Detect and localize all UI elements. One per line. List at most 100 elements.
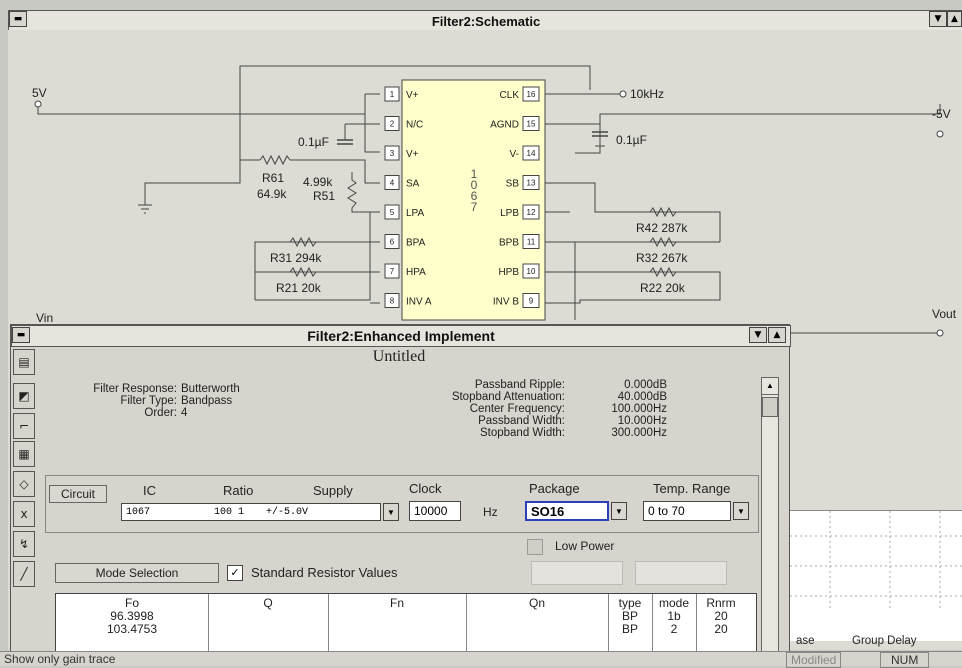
temp-range-header: Temp. Range [653,481,731,496]
low-power-checkbox[interactable] [527,539,543,555]
r61-value: 64.9k [257,187,287,201]
temp-dropdown-arrow-icon[interactable]: ▼ [733,502,749,520]
table-row-1-type: BP [621,609,638,623]
ic-dropdown-arrow-icon[interactable]: ▼ [383,503,399,521]
clock-unit: Hz [483,505,498,519]
dialog-minimize-button[interactable]: ▼ [749,327,767,343]
clock-terminal[interactable] [619,90,627,98]
clock-input[interactable]: 10000 [409,501,461,521]
ic-pin-name: INV A [406,297,432,308]
summary-label: Stopband Attenuation: [451,391,565,403]
supply-header: Supply [313,483,353,498]
summary-label: Center Frequency: [469,403,565,415]
ic-pin-name: LPB [500,208,519,219]
schematic-title-bar[interactable]: Filter2:Schematic [8,10,962,32]
table-row-2-type: BP [621,622,638,636]
eraser-tool-icon[interactable]: ◇ [13,471,35,497]
table-row-2-mode: 2 [670,622,678,636]
ic-pin-name: HPB [498,267,519,278]
results-table[interactable]: Fo Q Fn Qn type mode Rnrm 96.3998 103.47… [55,593,757,654]
r42-label: R42 287k [636,221,688,235]
vout-label: Vout [932,307,957,321]
summary-value: 300.000Hz [611,427,667,439]
ic-select[interactable]: 1067 100 1 +/-5.0V [121,503,381,521]
header-fo: Fo [124,596,139,610]
ic-pin-number: 4 [390,179,395,188]
summary-label: Filter Type: [120,395,177,407]
dialog-title: Filter2:Enhanced Implement [307,328,495,344]
modified-indicator: Modified [786,652,842,668]
disabled-action-button-2 [635,561,727,585]
ic-pin-number: 15 [527,120,536,129]
vplus-terminal[interactable] [34,100,42,108]
vin-label: Vin [36,311,53,325]
document-tool-icon[interactable]: ▤ [13,349,35,375]
ic-pin-number: 2 [390,120,395,129]
group-delay-tab-label[interactable]: Group Delay [852,635,917,647]
table-tool-icon[interactable]: ▦ [13,441,35,467]
ratio-value: 100 1 [214,506,245,518]
probe-tool-icon[interactable]: ↯ [13,531,35,557]
ic-pin-name: LPA [406,208,424,219]
dialog-title-bar[interactable]: Filter2:Enhanced Implement [11,325,791,347]
ic-pin-number: 10 [527,267,536,276]
background-plot-window[interactable]: ase Group Delay [790,510,962,647]
header-rnrm: Rnrm [706,596,736,610]
header-mode: mode [658,596,690,610]
summary-value: Bandpass [181,395,233,407]
r31-label: R31 294k [270,251,322,265]
ic-pin-name: AGND [490,120,519,131]
ic-pin-number: 5 [390,208,395,217]
step-tool-icon[interactable]: ⌐ [13,413,35,439]
package-select[interactable]: SO16 [525,501,609,521]
vminus-terminal[interactable] [936,130,944,138]
ic-pin-number: 6 [390,238,395,247]
wrench-tool-icon[interactable]: ⅹ [13,501,35,527]
rectangle-tool-icon[interactable]: ◩ [13,383,35,409]
r21-label: R21 20k [276,281,322,295]
dialog-system-menu-icon[interactable]: ▬ [12,327,30,343]
ic-pin-number: 3 [390,149,395,158]
implement-tool-icon[interactable]: ╱ [13,561,35,587]
vout-terminal[interactable] [936,329,944,337]
summary-value: 100.000Hz [611,403,667,415]
summary-value: 4 [181,407,188,419]
dialog-maximize-button[interactable]: ▲ [768,327,786,343]
standard-resistor-checkbox[interactable]: ✓ [227,565,243,581]
system-menu-icon[interactable]: ▬ [9,11,27,27]
ic-pin-number: 7 [390,267,395,276]
ic-pin-name: INV B [493,297,519,308]
phase-tab-label[interactable]: ase [796,635,815,647]
vertical-scrollbar[interactable]: ▲ [761,377,779,653]
status-message: Show only gain trace [4,652,116,666]
summary-value: 10.000Hz [617,415,667,427]
mode-selection-button[interactable]: Mode Selection [55,563,219,583]
circuit-button[interactable]: Circuit [49,485,107,503]
header-qn: Qn [528,596,545,610]
minimize-button[interactable]: ▼ [929,11,947,27]
enhanced-implement-window[interactable]: Filter2:Enhanced Implement ▬ ▼ ▲ Untitle… [10,324,791,654]
scroll-up-icon[interactable]: ▲ [762,378,778,395]
ic-pin-number: 1 [390,90,395,99]
ic-pin-number: 8 [390,297,395,306]
vplus-label: 5V [32,86,47,100]
scroll-thumb[interactable] [762,397,778,417]
summary-label: Filter Response: [93,383,177,395]
supply-value: +/-5.0V [266,506,309,518]
header-fn: Fn [389,596,404,610]
ic-pin-name: HPA [406,267,426,278]
r32-label: R32 267k [636,251,688,265]
package-dropdown-arrow-icon[interactable]: ▼ [611,502,627,520]
temp-range-select[interactable]: 0 to 70 [643,501,731,521]
package-header: Package [529,481,580,496]
ic-pin-number: 12 [527,208,536,217]
summary-label: Passband Width: [478,415,565,427]
table-row-2-rnrm: 20 [714,622,728,636]
summary-value: 40.000dB [617,391,667,403]
maximize-button[interactable]: ▲ [947,11,962,27]
table-row-1-fo: 96.3998 [110,609,154,623]
ic-pin-name: N/C [406,120,423,131]
vminus-label: -5V [932,107,951,121]
ic-pin-number: 16 [527,90,536,99]
table-row-1-mode: 1b [667,609,681,623]
